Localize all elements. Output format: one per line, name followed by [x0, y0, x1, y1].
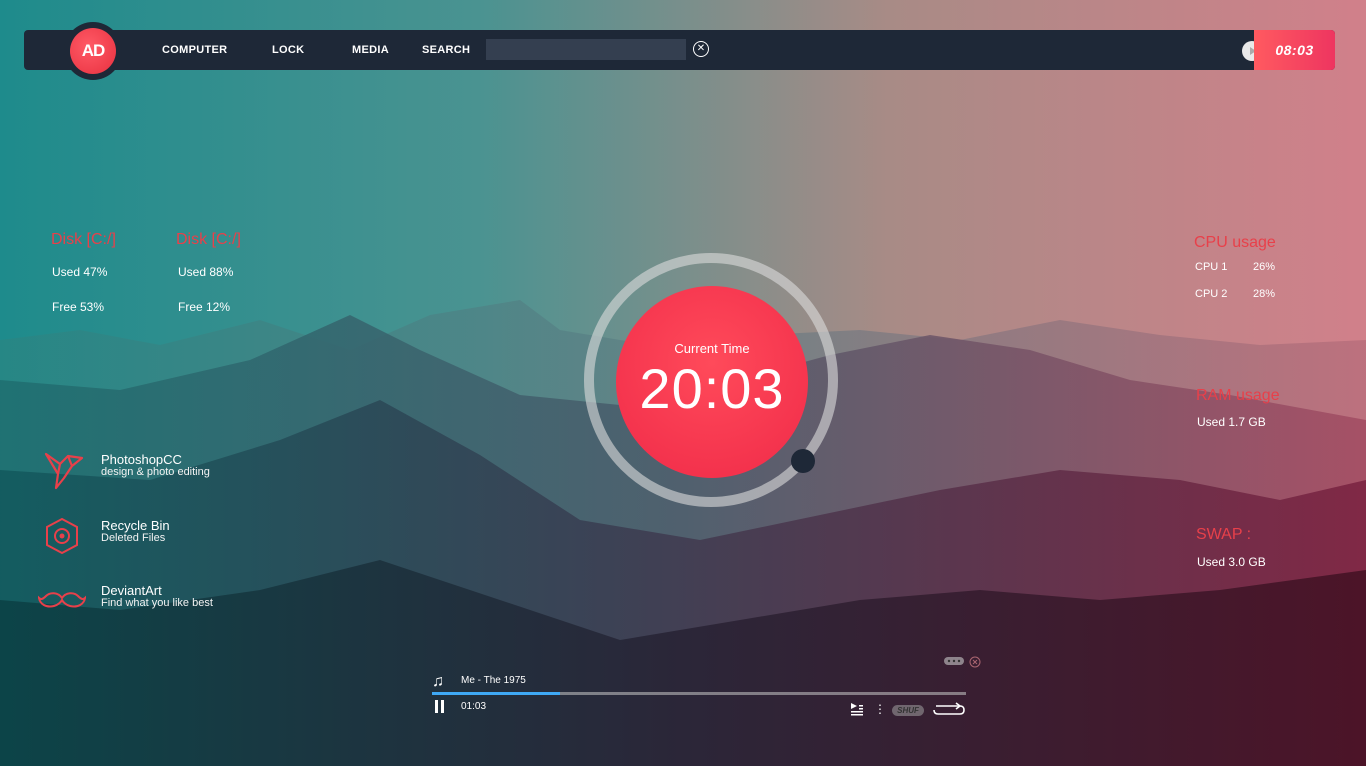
shortcut-title: Recycle Bin: [101, 518, 170, 533]
nav-computer[interactable]: COMPUTER: [162, 30, 227, 70]
shortcut-subtitle: Find what you like best: [101, 597, 213, 609]
elapsed-time: 01:03: [461, 701, 487, 712]
logo[interactable]: AD: [70, 28, 116, 74]
clock-label: Current Time: [674, 341, 750, 356]
shortcut-title: DeviantArt: [101, 583, 162, 598]
disk-title: Disk [C:/]: [51, 231, 116, 248]
disk-used: Used 88%: [178, 265, 234, 279]
logo-text: AD: [81, 41, 106, 60]
clock-knob[interactable]: [791, 449, 815, 473]
disk-used: Used 47%: [52, 265, 108, 279]
disk-title: Disk [C:/]: [176, 231, 241, 248]
shortcut-title: PhotoshopCC: [101, 452, 182, 467]
mustache-icon: [38, 592, 86, 608]
cpu-value: 28%: [1253, 288, 1276, 300]
disk-free: Free 53%: [52, 300, 105, 314]
ram-used: Used 1.7 GB: [1197, 415, 1266, 429]
cpu-value: 26%: [1253, 261, 1276, 273]
swap-used: Used 3.0 GB: [1197, 555, 1266, 569]
shortcut-subtitle: Deleted Files: [101, 532, 166, 544]
pause-icon[interactable]: [434, 700, 445, 713]
search-input[interactable]: [486, 39, 686, 60]
swap-title: SWAP :: [1196, 526, 1252, 543]
playlist-icon[interactable]: [850, 702, 864, 716]
disk-free: Free 12%: [178, 300, 231, 314]
topbar-clock: 08:03: [1254, 30, 1335, 70]
cpu-label: CPU 2: [1195, 288, 1228, 300]
cpu-title: CPU usage: [1194, 234, 1276, 251]
music-note-icon: ♫: [432, 673, 444, 690]
more-icon[interactable]: [944, 656, 966, 666]
bird-icon: [44, 452, 84, 490]
track-title: Me - The 1975: [461, 675, 526, 686]
repeat-icon[interactable]: [932, 701, 966, 717]
shuffle-button[interactable]: SHUF: [892, 705, 924, 716]
cpu-label: CPU 1: [1195, 261, 1228, 273]
shortcut-subtitle: design & photo editing: [101, 466, 210, 478]
nav-lock[interactable]: LOCK: [272, 30, 304, 70]
close-icon[interactable]: ✕: [693, 41, 709, 57]
clock-time: 20:03: [639, 357, 785, 420]
nav-search[interactable]: SEARCH: [422, 30, 470, 70]
recycle-bin-icon: [46, 517, 78, 555]
progress-fill: [432, 692, 560, 695]
menu-icon[interactable]: ⋮: [874, 702, 886, 716]
ram-title: RAM usage: [1196, 387, 1280, 404]
nav-media[interactable]: MEDIA: [352, 30, 389, 70]
close-icon[interactable]: [969, 656, 981, 668]
